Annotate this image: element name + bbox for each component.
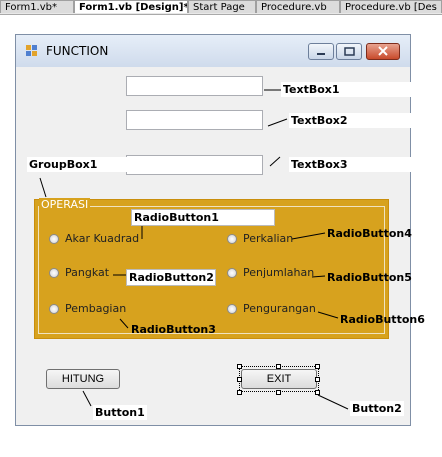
textbox1[interactable] <box>126 76 263 96</box>
radio-label-perkalian: Perkalian <box>243 232 294 245</box>
annotation-groupbox1: GroupBox1 <box>27 157 171 172</box>
annotation-textbox3: TextBox3 <box>289 157 442 172</box>
close-icon <box>378 46 388 56</box>
annotation-radiobutton5: RadioButton5 <box>327 271 412 284</box>
radio-perkalian[interactable] <box>227 234 237 244</box>
tab-procedure-design[interactable]: Procedure.vb [Des <box>340 0 442 13</box>
radio-akar-kuadrad[interactable] <box>49 234 59 244</box>
radio-label-akar-kuadrad: Akar Kuadrad <box>65 232 140 245</box>
maximize-icon <box>344 47 355 56</box>
radio-pangkat[interactable] <box>49 268 59 278</box>
window-title: FUNCTION <box>46 44 109 58</box>
resize-handle[interactable] <box>315 364 320 369</box>
annotation-button1: Button1 <box>93 405 147 420</box>
radio-label-penjumlahan: Penjumlahan <box>243 266 315 279</box>
radio-pembagian[interactable] <box>49 304 59 314</box>
tab-form1-vb[interactable]: Form1.vb* <box>0 0 74 13</box>
annotation-radiobutton3: RadioButton3 <box>131 323 216 336</box>
groupbox-title: OPERASI <box>39 198 91 211</box>
resize-handle[interactable] <box>276 390 281 395</box>
radio-label-pangkat: Pangkat <box>65 266 110 279</box>
radio-pengurangan[interactable] <box>227 304 237 314</box>
annotation-radiobutton1: RadioButton1 <box>131 209 275 226</box>
minimize-icon <box>317 53 325 55</box>
radio-penjumlahan[interactable] <box>227 268 237 278</box>
resize-handle[interactable] <box>315 390 320 395</box>
tab-form1-design[interactable]: Form1.vb [Design]* <box>74 0 188 13</box>
tab-procedure-vb[interactable]: Procedure.vb <box>256 0 340 13</box>
annotation-textbox2: TextBox2 <box>289 113 442 128</box>
annotation-radiobutton6: RadioButton6 <box>340 313 425 326</box>
resize-handle[interactable] <box>237 377 242 382</box>
annotation-textbox1: TextBox1 <box>281 82 442 97</box>
form-icon <box>26 45 37 56</box>
resize-handle[interactable] <box>315 377 320 382</box>
textbox2[interactable] <box>126 110 263 130</box>
exit-button[interactable]: EXIT <box>241 369 317 389</box>
tab-start-page[interactable]: Start Page <box>188 0 256 13</box>
resize-handle[interactable] <box>276 364 281 369</box>
annotation-button2: Button2 <box>350 401 404 416</box>
radio-label-pengurangan: Pengurangan <box>243 302 316 315</box>
window-titlebar: FUNCTION <box>16 35 410 67</box>
annotation-radiobutton4: RadioButton4 <box>327 227 412 240</box>
minimize-button[interactable] <box>308 43 334 60</box>
resize-handle[interactable] <box>237 364 242 369</box>
annotation-radiobutton2: RadioButton2 <box>126 269 216 286</box>
resize-handle[interactable] <box>237 390 242 395</box>
hitung-button[interactable]: HITUNG <box>46 369 120 389</box>
document-tab-strip: Form1.vb* Form1.vb [Design]* Start Page … <box>0 0 442 15</box>
radio-label-pembagian: Pembagian <box>65 302 127 315</box>
close-button[interactable] <box>366 43 400 60</box>
maximize-button[interactable] <box>336 43 362 60</box>
